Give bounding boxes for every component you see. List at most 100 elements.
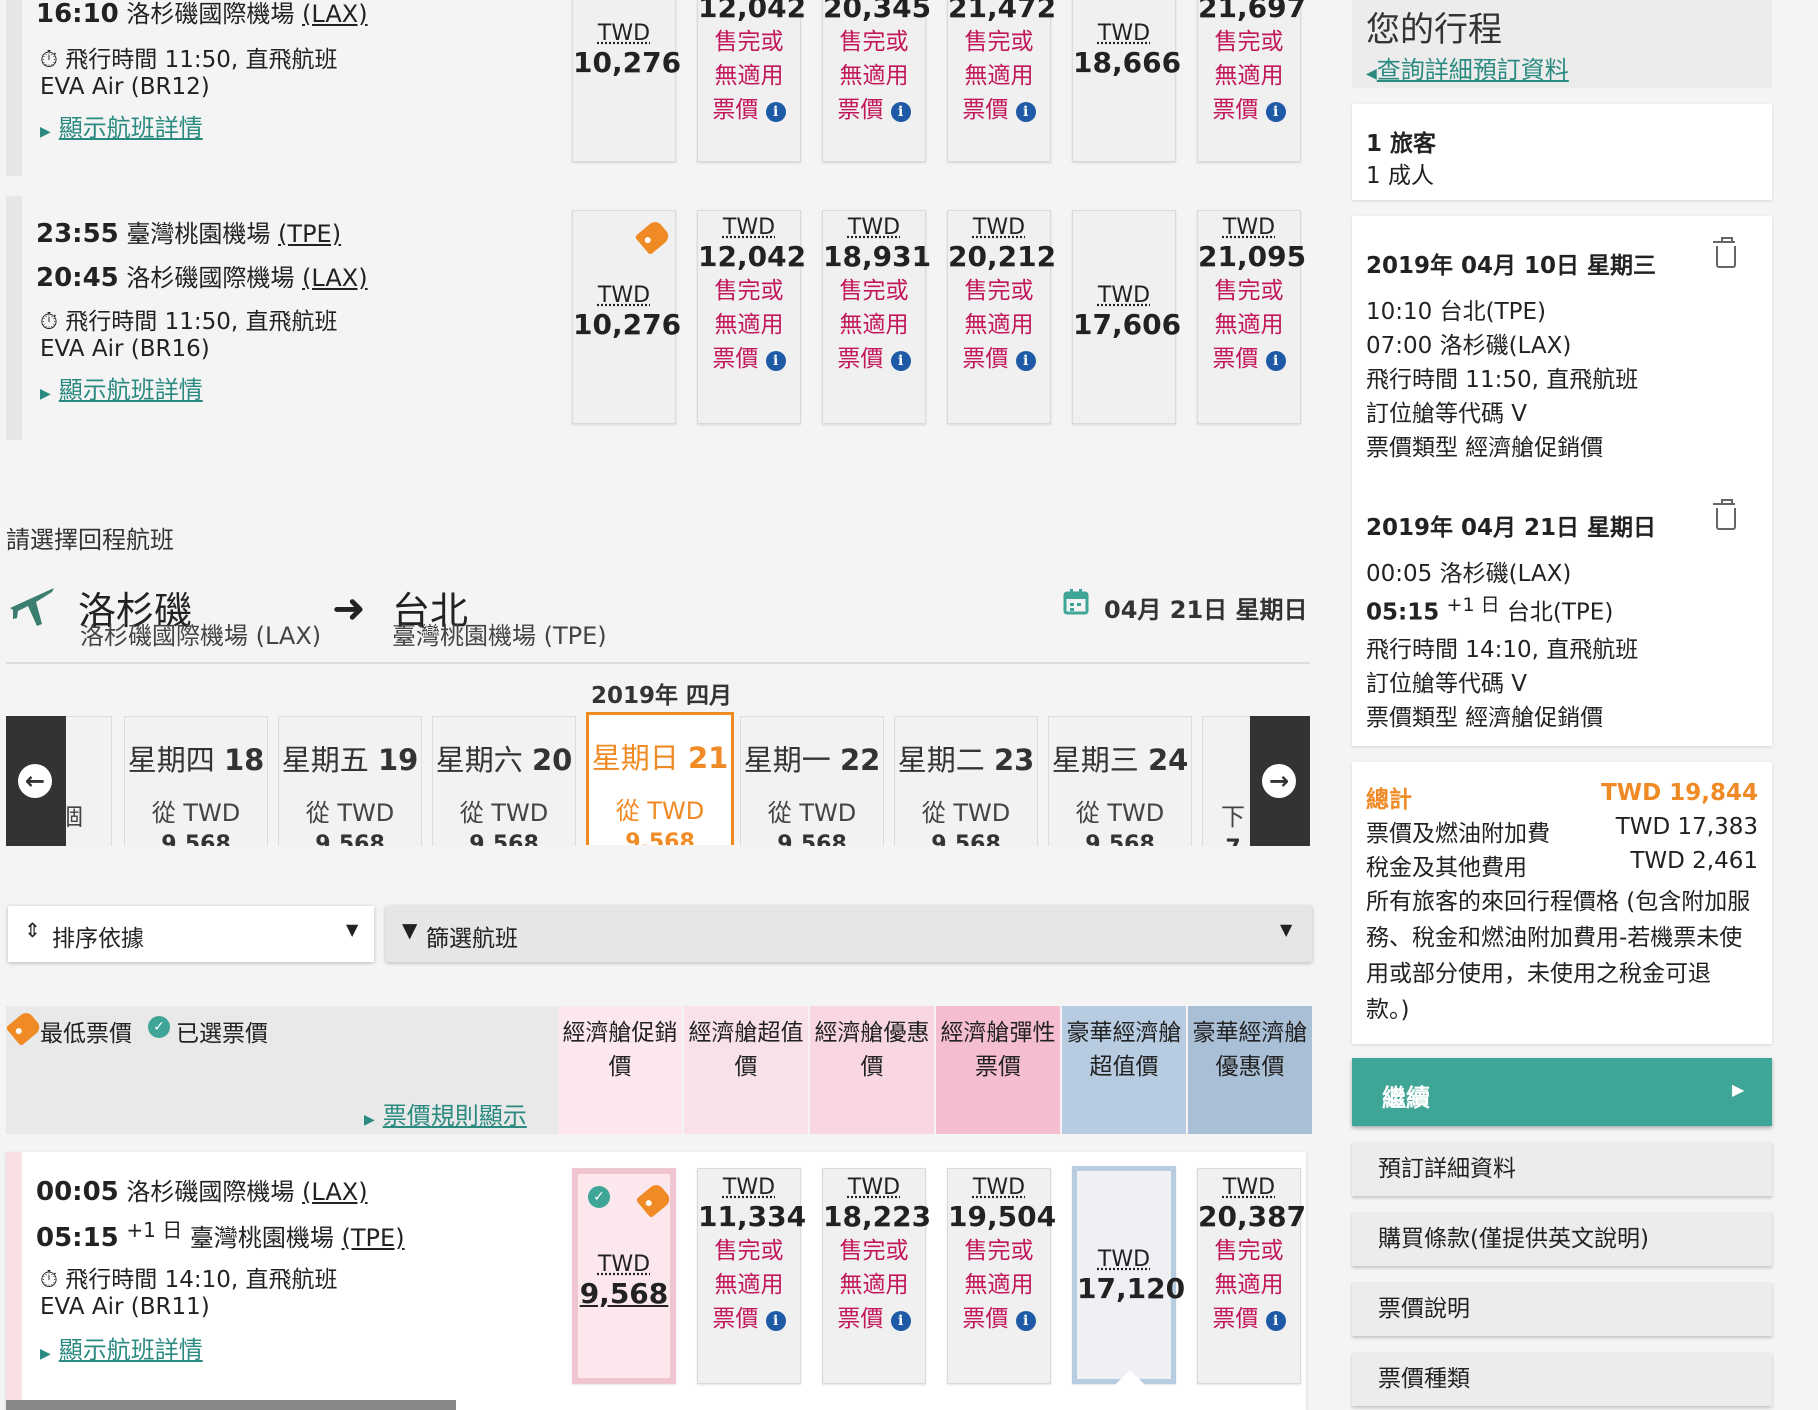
price-tag-icon xyxy=(634,218,672,256)
info-icon[interactable]: i xyxy=(765,1311,786,1331)
fare-rules-link[interactable]: ▶ 票價規則顯示 xyxy=(364,1096,527,1131)
info-icon[interactable]: i xyxy=(890,351,911,371)
arrive-line: 05:15 +1 日 臺灣桃園機場 (TPE) xyxy=(36,1218,405,1253)
leg-arrive: 07:00 洛杉磯(LAX) xyxy=(1366,333,1572,359)
stopwatch-icon: ⏱ xyxy=(40,47,58,73)
booking-details-link[interactable]: ◀查詢詳細預訂資料 xyxy=(1366,50,1569,85)
check-circle-icon: ✓ xyxy=(148,1016,170,1038)
leg-booking-class: 訂位艙等代碼 V xyxy=(1366,401,1528,427)
duration-line: ⏱ 飛行時間 11:50, 直飛航班 xyxy=(40,309,338,335)
fare-cell[interactable]: TWD 10,276 xyxy=(572,0,681,162)
trash-icon[interactable] xyxy=(1713,499,1736,530)
filter-icon: ▼ xyxy=(402,918,418,942)
info-icon[interactable]: i xyxy=(1265,1311,1286,1331)
price-note: 所有旅客的來回行程價格 (包含附加服 xyxy=(1366,889,1751,915)
sort-icon: ⇕ xyxy=(24,918,41,942)
fare-cell[interactable]: TWD 18,666 xyxy=(1072,0,1181,162)
trash-icon[interactable] xyxy=(1713,237,1736,268)
price-summary-box: 總計 TWD 19,844 票價及燃油附加費 TWD 17,383 稅金及其他費… xyxy=(1352,762,1772,1044)
fare-cell[interactable]: TWD 12,042 售完或 無適用 票價 i xyxy=(697,210,806,424)
depart-line: 00:05 洛杉磯國際機場 (LAX) xyxy=(36,1177,368,1207)
leg-date: 2019年 04月 10日 星期三 xyxy=(1366,253,1657,279)
total-label: 總計 xyxy=(1366,787,1412,813)
date-tab-22[interactable]: 星期一 22 從 TWD 9,568 xyxy=(740,716,884,848)
depart-line: 23:55 臺灣桃園機場 (TPE) xyxy=(36,219,342,249)
carrier-line: EVA Air (BR11) xyxy=(40,1294,210,1320)
continue-button[interactable]: 繼續 ▶ xyxy=(1352,1058,1772,1126)
fare-cell[interactable]: TWD 19,504 售完或 無適用 票價 i xyxy=(947,1168,1056,1384)
leg-fare-type: 票價類型 經濟艙促銷價 xyxy=(1366,435,1604,461)
fare-cell[interactable]: TWD 10,276 xyxy=(572,210,681,424)
selected-date[interactable]: 04月 21日 星期日 xyxy=(1104,590,1308,625)
price-note: 款。) xyxy=(1366,997,1410,1023)
fare-description-button[interactable]: 票價說明 xyxy=(1352,1282,1772,1336)
fare-cell[interactable]: TWD 11,334 售完或 無適用 票價 i xyxy=(697,1168,806,1384)
flight-details-link[interactable]: ▶ 顯示航班詳情 xyxy=(40,370,203,405)
info-icon[interactable]: i xyxy=(1015,351,1036,371)
leg-depart: 10:10 台北(TPE) xyxy=(1366,299,1546,325)
fare-cell[interactable]: TWD 20,212 售完或 無適用 票價 i xyxy=(947,210,1056,424)
fare-class-header: 豪華經濟艙超值價 xyxy=(1062,1006,1186,1134)
fare-class-header: 經濟艙彈性票價 xyxy=(936,1006,1060,1134)
fare-cell[interactable]: TWD 20,387 售完或 無適用 票價 i xyxy=(1197,1168,1306,1384)
fare-cell[interactable]: 21,472 售完或 無適用 票價 i xyxy=(947,0,1056,162)
info-icon[interactable]: i xyxy=(890,102,911,122)
fare-cell[interactable]: TWD 21,095 售完或 無適用 票價 i xyxy=(1197,210,1306,424)
filter-dropdown[interactable]: ▼ 篩選航班 ▼ xyxy=(386,906,1312,962)
fare-cell[interactable]: 21,697 售完或 無適用 票價 i xyxy=(1197,0,1306,162)
info-icon[interactable]: i xyxy=(1265,351,1286,371)
date-tab-23[interactable]: 星期二 23 從 TWD 9,568 xyxy=(894,716,1038,848)
fare-fuel-value: TWD 17,383 xyxy=(1615,814,1758,840)
origin-airport: 洛杉磯國際機場 (LAX) xyxy=(80,622,322,650)
legend-selected: 已選票價 xyxy=(176,1021,268,1047)
date-tab-18[interactable]: 星期四 18 從 TWD 9,568 xyxy=(124,716,268,848)
fare-cell[interactable]: TWD 18,223 售完或 無適用 票價 i xyxy=(822,1168,931,1384)
leg-date: 2019年 04月 21日 星期日 xyxy=(1366,515,1657,541)
pointer-caret xyxy=(1108,1370,1152,1392)
fare-cell[interactable]: 20,345 售完或 無適用 票價 i xyxy=(822,0,931,162)
plane-icon xyxy=(6,578,58,630)
arrow-left-icon: ← xyxy=(18,764,52,798)
calendar-icon[interactable] xyxy=(1062,588,1090,616)
leg-arrive: 05:15 +1 日 台北(TPE) xyxy=(1366,594,1614,626)
fare-cell-hover[interactable]: TWD 17,120 xyxy=(1072,1166,1185,1384)
fare-cell-selected[interactable]: ✓ TWD 9,568 xyxy=(572,1168,676,1384)
sort-dropdown[interactable]: ⇕ 排序依據 ▼ xyxy=(8,906,374,962)
destination-airport: 臺灣桃園機場 (TPE) xyxy=(392,622,607,650)
caret-right-icon: ▶ xyxy=(40,386,51,402)
fare-cell[interactable]: 12,042 售完或 無適用 票價 i xyxy=(697,0,806,162)
prev-dates-button[interactable]: ← xyxy=(6,716,66,846)
info-icon[interactable]: i xyxy=(765,102,786,122)
arrow-right-icon: ➜ xyxy=(332,586,366,632)
booking-details-button[interactable]: 預訂詳細資料 xyxy=(1352,1142,1772,1196)
info-icon[interactable]: i xyxy=(1015,102,1036,122)
date-tab-20[interactable]: 星期六 20 從 TWD 9,568 xyxy=(432,716,576,848)
leg-fare-type: 票價類型 經濟艙促銷價 xyxy=(1366,705,1604,731)
info-icon[interactable]: i xyxy=(1265,102,1286,122)
row-stripe xyxy=(6,1152,22,1410)
info-icon[interactable]: i xyxy=(890,1311,911,1331)
flight-details-link[interactable]: ▶ 顯示航班詳情 xyxy=(40,1330,203,1365)
purchase-terms-button[interactable]: 購買條款(僅提供英文說明) xyxy=(1352,1212,1772,1266)
fare-cell[interactable]: TWD 18,931 售完或 無適用 票價 i xyxy=(822,210,931,424)
fare-class-header: 經濟艙促銷價 xyxy=(558,1006,682,1134)
date-tab-19[interactable]: 星期五 19 從 TWD 9,568 xyxy=(278,716,422,848)
itinerary-title: 您的行程 xyxy=(1366,10,1502,50)
return-prompt: 請選擇回程航班 xyxy=(6,526,174,554)
passenger-box: 1 旅客 1 成人 xyxy=(1352,104,1772,200)
stopwatch-icon: ⏱ xyxy=(40,1267,58,1293)
info-icon[interactable]: i xyxy=(1015,1311,1036,1331)
fare-class-header: 經濟艙超值價 xyxy=(684,1006,808,1134)
divider xyxy=(6,662,1310,664)
caret-left-icon: ◀ xyxy=(1366,66,1377,82)
date-tab-24[interactable]: 星期三 24 從 TWD 9,568 xyxy=(1048,716,1192,848)
arrive-line: 20:45 洛杉磯國際機場 (LAX) xyxy=(36,263,368,293)
flight-details-link[interactable]: ▶ 顯示航班詳情 xyxy=(40,108,203,143)
fare-cell[interactable]: TWD 17,606 xyxy=(1072,210,1181,424)
carrier-line: EVA Air (BR12) xyxy=(40,74,210,100)
info-icon[interactable]: i xyxy=(765,351,786,371)
next-dates-button[interactable]: → xyxy=(1250,716,1310,846)
tax-value: TWD 2,461 xyxy=(1630,848,1758,874)
date-tab-21-selected[interactable]: 星期日 21 從 TWD 9,568 xyxy=(586,712,734,845)
fare-types-button[interactable]: 票價種類 xyxy=(1352,1352,1772,1406)
